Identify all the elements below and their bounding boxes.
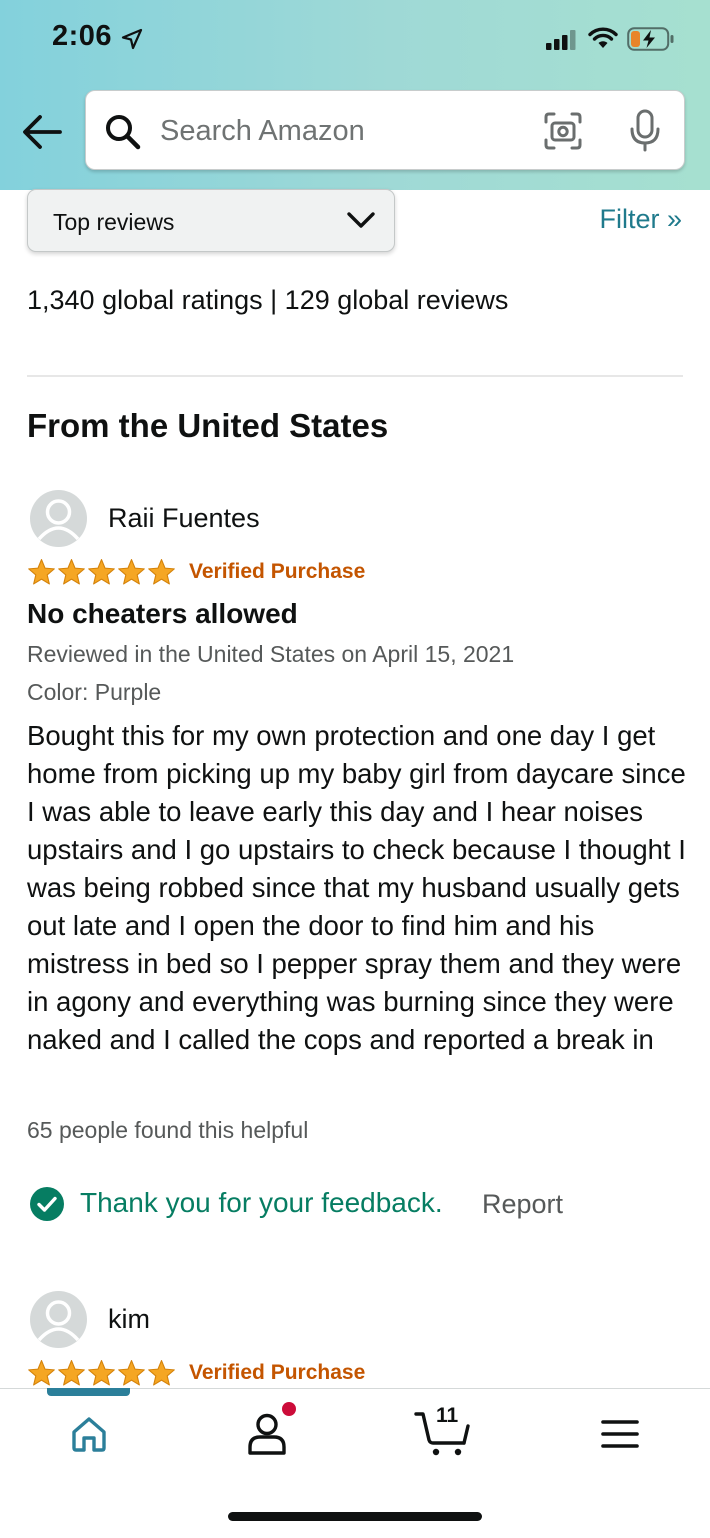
default-user-icon — [37, 499, 80, 541]
section-heading: From the United States — [27, 407, 389, 444]
review-variant: Color: Purple — [27, 679, 162, 705]
sort-dropdown[interactable]: Top reviews — [27, 189, 395, 252]
sort-dropdown-label: Top reviews — [53, 209, 175, 235]
battery-charging-icon — [627, 27, 674, 51]
feedback-confirmation: Thank you for your feedback. — [80, 1187, 443, 1218]
star-icon — [118, 559, 145, 585]
star-icon — [88, 1360, 115, 1386]
default-user-icon — [37, 1300, 80, 1342]
report-link[interactable]: Report — [482, 1189, 563, 1220]
review-date: Reviewed in the United States on April 1… — [27, 641, 515, 667]
star-icon — [118, 1360, 145, 1386]
location-arrow-icon — [121, 28, 143, 50]
account-icon[interactable] — [246, 1412, 288, 1456]
helpful-count: 65 people found this helpful — [27, 1117, 309, 1143]
verified-purchase-badge: Verified Purchase — [189, 560, 366, 583]
wifi-icon — [588, 27, 618, 48]
star-icon — [148, 559, 175, 585]
reviewer-name[interactable]: Raii Fuentes — [108, 503, 260, 534]
home-icon[interactable] — [69, 1414, 109, 1454]
reviewer-name[interactable]: kim — [108, 1304, 150, 1335]
active-tab-indicator — [47, 1388, 130, 1396]
ratings-summary: 1,340 global ratings | 129 global review… — [27, 285, 509, 315]
notification-dot — [282, 1402, 296, 1416]
avatar — [30, 1291, 87, 1348]
search-input[interactable] — [158, 109, 522, 153]
star-icon — [88, 559, 115, 585]
chevron-down-icon — [347, 212, 375, 228]
camera-scan-icon[interactable] — [543, 111, 583, 151]
review-body: Bought this for my own protection and on… — [27, 720, 686, 1055]
review-title: No cheaters allowed — [27, 598, 298, 629]
microphone-icon[interactable] — [628, 109, 662, 153]
search-bar[interactable] — [85, 90, 685, 170]
star-icon — [58, 1360, 85, 1386]
avatar — [30, 490, 87, 547]
star-icon — [148, 1360, 175, 1386]
section-divider — [27, 375, 683, 377]
status-time: 2:06 — [52, 20, 113, 52]
menu-icon[interactable] — [601, 1418, 639, 1450]
home-gesture-bar — [228, 1512, 482, 1521]
star-icon — [28, 559, 55, 585]
star-rating — [27, 558, 176, 586]
cart-count-badge: 11 — [436, 1404, 459, 1427]
back-arrow-icon[interactable] — [20, 112, 64, 152]
filter-link[interactable]: Filter » — [599, 204, 682, 235]
cellular-signal-icon — [546, 30, 576, 50]
search-icon — [106, 115, 141, 150]
star-rating — [27, 1359, 176, 1387]
app-header: 2:06 — [0, 0, 710, 190]
check-circle-icon — [30, 1187, 64, 1221]
verified-purchase-badge: Verified Purchase — [189, 1361, 366, 1384]
star-icon — [28, 1360, 55, 1386]
star-icon — [58, 559, 85, 585]
